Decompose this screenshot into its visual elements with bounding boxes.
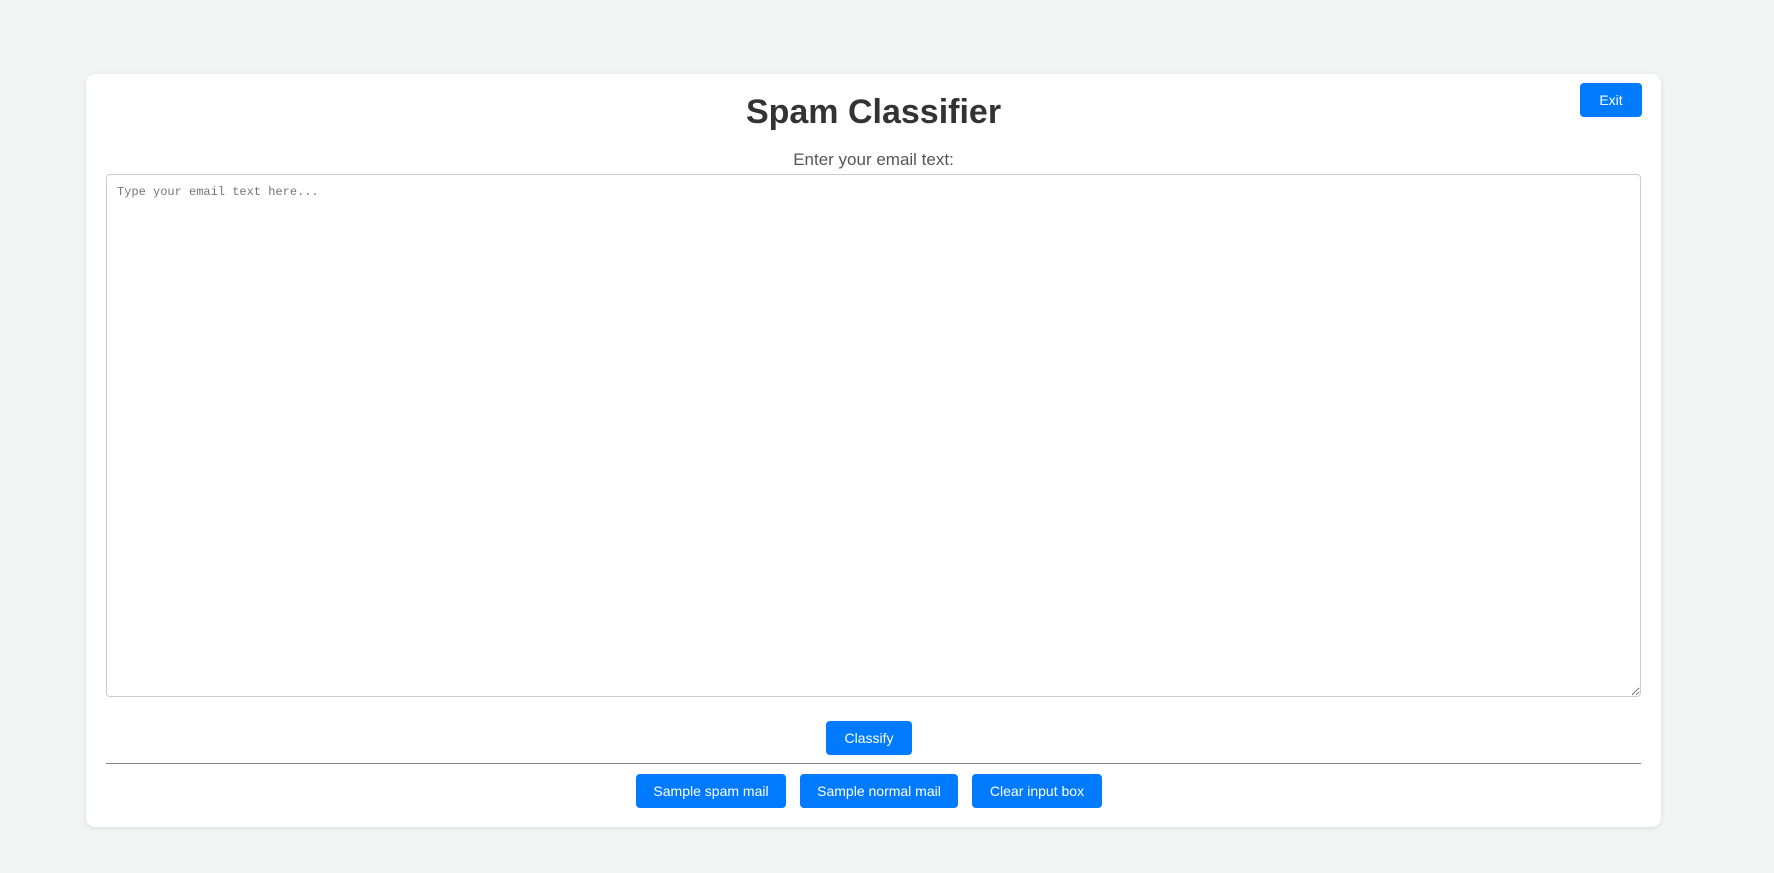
classifier-card: Spam Classifier Exit Enter your email te… (86, 74, 1661, 827)
clear-input-button[interactable]: Clear input box (972, 774, 1102, 808)
email-input-label: Enter your email text: (793, 150, 954, 169)
sample-normal-button[interactable]: Sample normal mail (800, 774, 958, 808)
page-title: Spam Classifier (745, 93, 1002, 131)
exit-button[interactable]: Exit (1580, 83, 1642, 117)
divider (106, 763, 1641, 764)
sample-spam-button[interactable]: Sample spam mail (636, 774, 786, 808)
email-text-input[interactable] (106, 174, 1641, 697)
sample-actions: Sample spam mail Sample normal mail Clea… (86, 774, 1661, 808)
classify-button[interactable]: Classify (826, 721, 912, 755)
